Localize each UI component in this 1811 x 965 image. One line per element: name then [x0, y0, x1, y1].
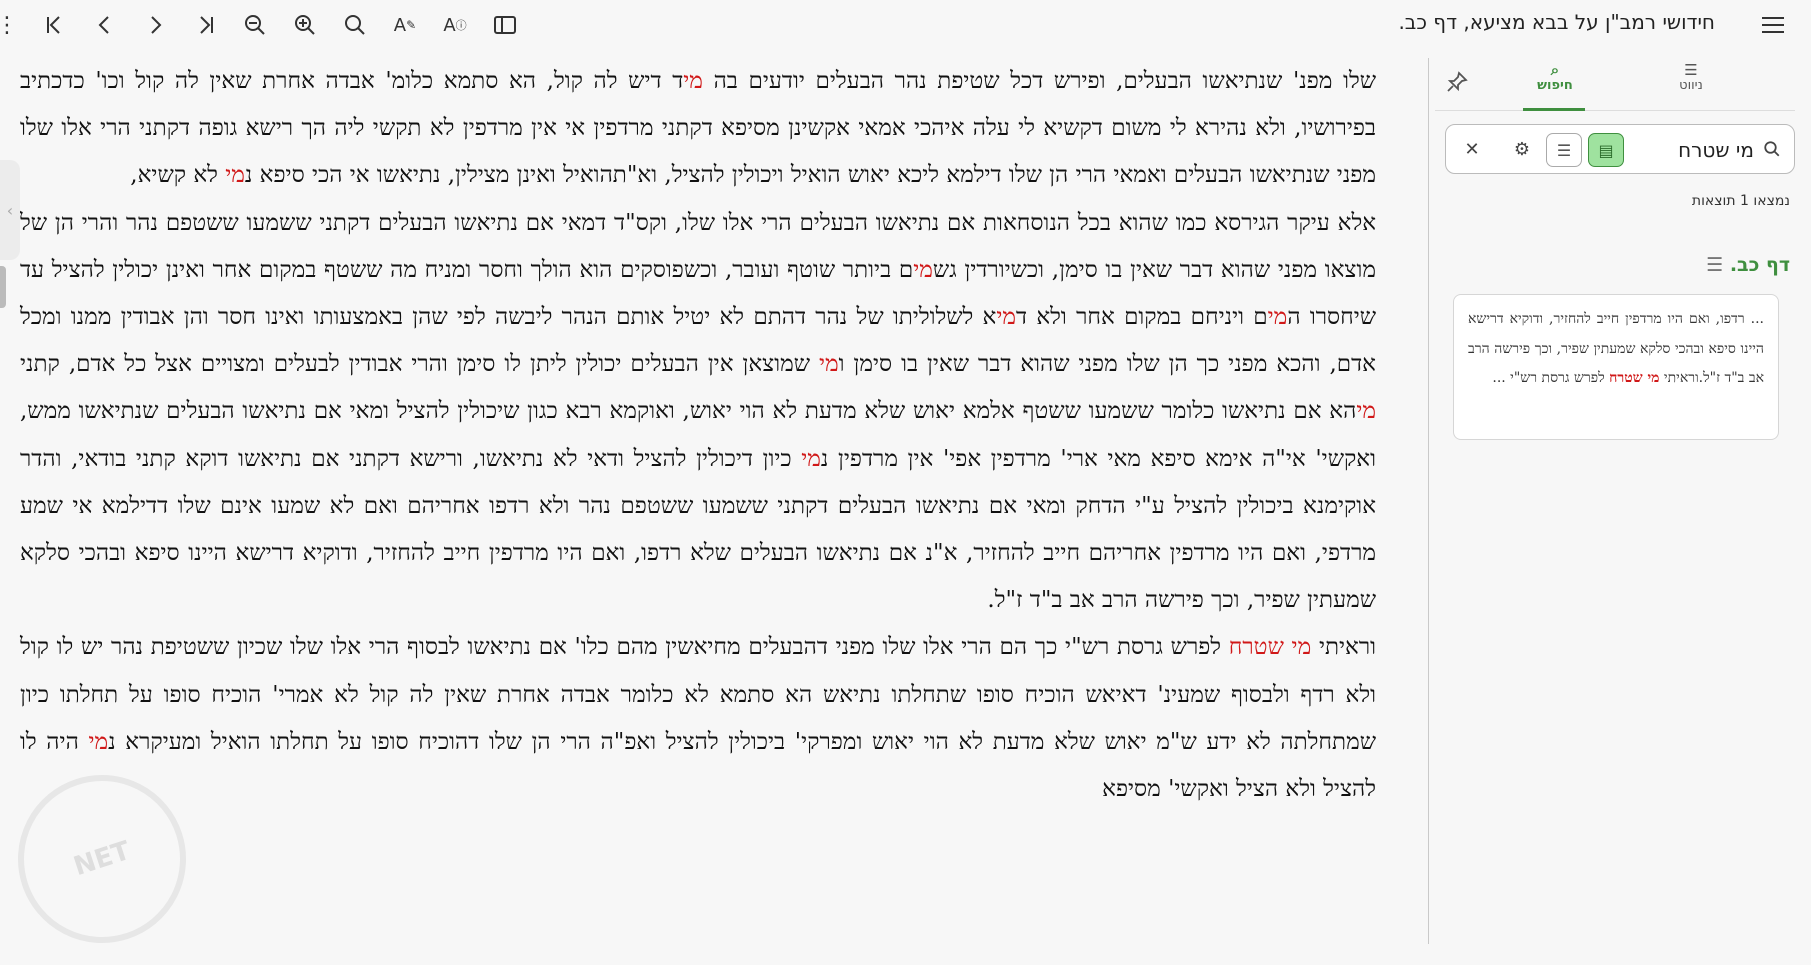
text-lines-icon[interactable]: ☰	[1546, 133, 1582, 167]
text-segment: וראיתי	[1311, 634, 1377, 661]
tab-divider	[1435, 110, 1795, 111]
text-segment: לפרש גרסת רש"י כך הם הרי אלו שלו מפני דה…	[20, 634, 1376, 755]
result-group-header[interactable]: דף כב. ☰	[1698, 254, 1790, 276]
zoom-out-icon[interactable]	[238, 8, 272, 42]
tab-search-label: חיפוש	[1537, 78, 1573, 93]
result-match: מי שטרח	[1609, 370, 1660, 386]
search-highlight: מי	[818, 351, 839, 378]
search-highlight: מי	[683, 68, 703, 94]
text-segment: ם ויניחם במקום אחר ולא ד	[1016, 304, 1268, 331]
hamburger-icon[interactable]	[1756, 8, 1790, 42]
last-page-icon[interactable]	[188, 8, 222, 42]
next-page-icon[interactable]	[138, 8, 172, 42]
search-highlight: מי	[1267, 304, 1288, 331]
page-title: חידושי רמב"ן על בבא מציעא, דף כב.	[1398, 10, 1715, 34]
first-page-icon[interactable]	[38, 8, 72, 42]
result-group-title: דף כב.	[1729, 254, 1790, 276]
more-options-icon[interactable]: ⋮	[0, 8, 18, 42]
search-highlight: מי	[996, 304, 1017, 331]
tab-search[interactable]: ⌕ חיפוש	[1525, 62, 1585, 93]
tab-navigation-label: ניווט	[1679, 78, 1703, 93]
search-input[interactable]	[1624, 133, 1756, 167]
pin-icon[interactable]	[1445, 70, 1469, 100]
search-highlight: מי	[801, 445, 821, 472]
clear-icon[interactable]: ✕	[1458, 135, 1486, 163]
search-highlight: מי	[913, 256, 933, 283]
top-toolbar: ⋮ A ✎ Aⓘ חידושי רמב"ן על בבא מציעא, דף כב…	[0, 0, 1811, 50]
search-highlight: מי	[1356, 398, 1376, 425]
text-segment: לא קשיא,	[130, 162, 226, 189]
search-highlight: מי שטרח	[1228, 634, 1312, 661]
search-box: ✕ ⚙ ☰ ▤	[1445, 124, 1795, 174]
scroll-marker[interactable]	[0, 266, 6, 308]
search-icon[interactable]	[1758, 135, 1786, 163]
prev-page-icon[interactable]	[88, 8, 122, 42]
text-segment: שמוצאן אין הבעלים יכולין ליתן לו סימן וה…	[20, 351, 819, 378]
search-sidebar: ⌕ חיפוש ☰ ניווט ✕ ⚙ ☰ ▤ נמצאו 1 תוצאות ד…	[1428, 58, 1811, 944]
font-settings-icon[interactable]: A ✎	[388, 8, 422, 42]
active-tab-indicator	[1523, 108, 1585, 111]
search-icon[interactable]	[338, 8, 372, 42]
result-text-after: לפרש גרסת רש"י ...	[1492, 370, 1610, 386]
list-icon: ☰	[1706, 254, 1724, 276]
commentary-text: שלו מפנ' שנתיאשו הבעלים, ופירש דכל שטיפת…	[20, 58, 1376, 813]
text-paragraph: אלא עיקר הגירסא כמו שהוא בכל הנוסחאות אם…	[20, 200, 1376, 625]
tab-navigation[interactable]: ☰ ניווט	[1661, 62, 1721, 93]
search-highlight: מי	[88, 728, 109, 755]
text-paragraph: שלו מפנ' שנתיאשו הבעלים, ופירש דכל שטיפת…	[20, 58, 1376, 200]
book-icon[interactable]: ▤	[1588, 133, 1624, 167]
search-highlight: מי	[225, 162, 245, 189]
reader-pane: שלו מפנ' שנתיאשו הבעלים, ופירש דכל שטיפת…	[0, 58, 1430, 944]
gear-icon[interactable]: ⚙	[1508, 135, 1536, 163]
navigation-icon: ☰	[1684, 61, 1698, 79]
font-info-icon[interactable]: Aⓘ	[438, 8, 472, 42]
text-paragraph: וראיתי מי שטרח לפרש גרסת רש"י כך הם הרי …	[20, 624, 1376, 813]
text-segment: שלו מפנ' שנתיאשו הבעלים, ופירש דכל שטיפת…	[702, 68, 1377, 94]
results-count: נמצאו 1 תוצאות	[1691, 193, 1790, 209]
search-result-item[interactable]: ... רדפו, ואם היו מרדפין חייב להחזיר, וד…	[1453, 294, 1779, 440]
search-icon: ⌕	[1550, 61, 1560, 79]
zoom-in-icon[interactable]	[288, 8, 322, 42]
panel-toggle-icon[interactable]	[488, 8, 522, 42]
collapse-handle[interactable]: ‹	[0, 160, 20, 260]
